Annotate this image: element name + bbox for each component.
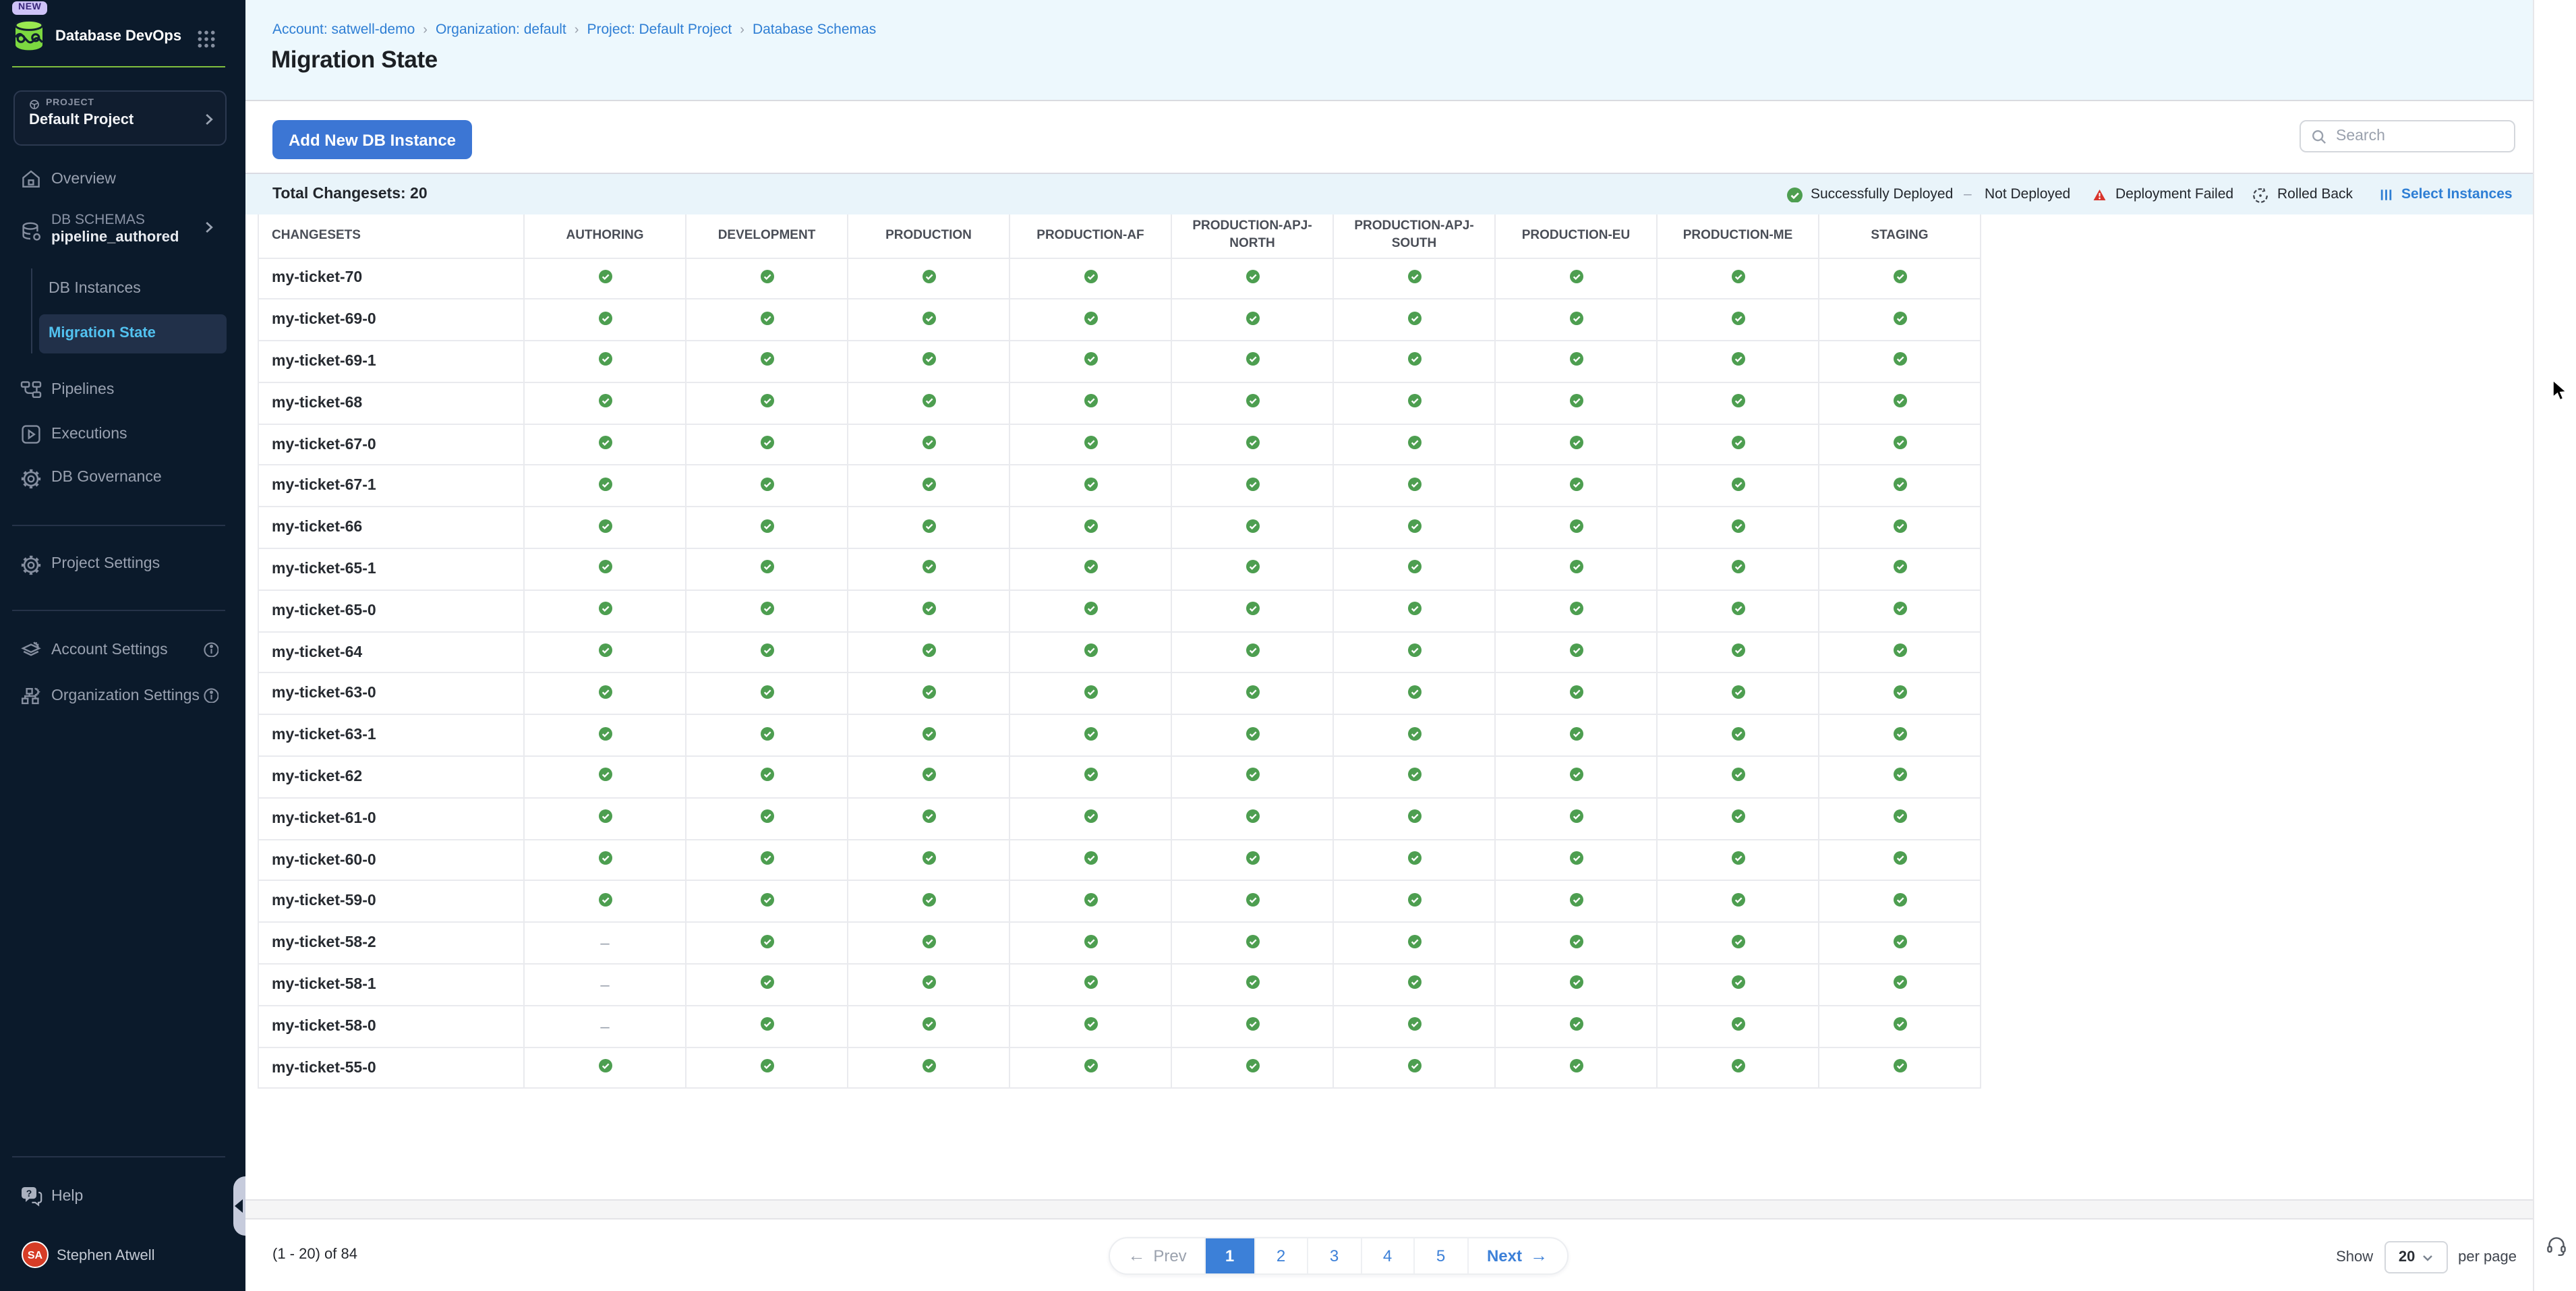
svg-text:?: ? bbox=[26, 1188, 32, 1199]
